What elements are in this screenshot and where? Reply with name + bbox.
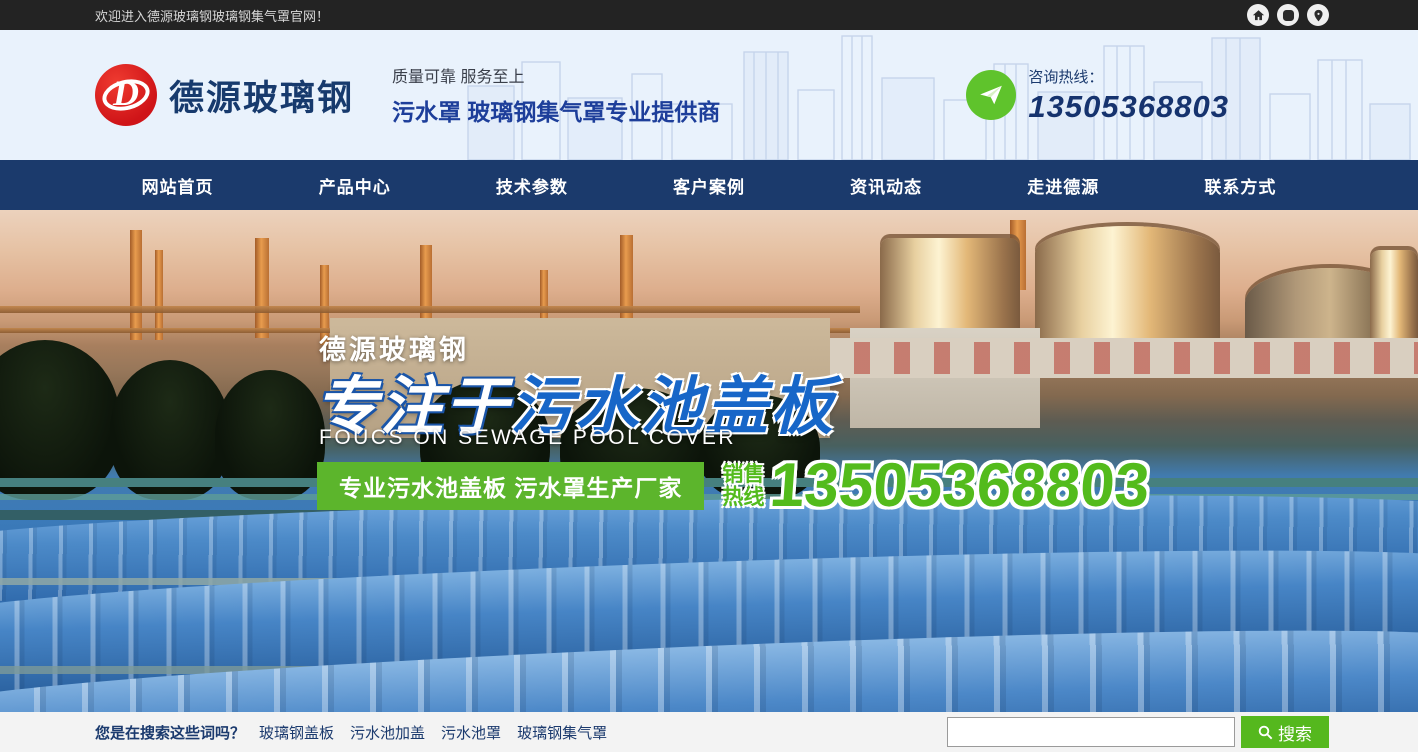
header-hotline: 咨询热线： 13505368803 bbox=[966, 66, 1329, 125]
slogan-small: 质量可靠 服务至上 bbox=[392, 63, 720, 87]
hero-banner: 德源玻璃钢 专注于污水池盖板 FOUCS ON SEWAGE POOL COVE… bbox=[0, 210, 1418, 712]
search-input[interactable] bbox=[947, 717, 1235, 747]
nav-item-specs[interactable]: 技术参数 bbox=[443, 160, 620, 210]
nav-item-products[interactable]: 产品中心 bbox=[266, 160, 443, 210]
search-bar-section: 您是在搜索这些词吗？ 玻璃钢盖板 污水池加盖 污水池罩 玻璃钢集气罩 搜索 bbox=[0, 712, 1418, 752]
slogan-big: 污水罩 玻璃钢集气罩专业提供商 bbox=[392, 93, 720, 127]
search-button[interactable]: 搜索 bbox=[1241, 716, 1329, 748]
nav-item-news[interactable]: 资讯动态 bbox=[798, 160, 975, 210]
welcome-text: 欢迎进入德源玻璃钢玻璃钢集气罩官网！ bbox=[89, 6, 329, 25]
nav-item-cases[interactable]: 客户案例 bbox=[620, 160, 797, 210]
search-button-label: 搜索 bbox=[1278, 720, 1312, 745]
logo[interactable]: D 德源玻璃钢 bbox=[89, 64, 354, 126]
logo-text: 德源玻璃钢 bbox=[169, 70, 354, 121]
search-prompt: 您是在搜索这些词吗？ bbox=[89, 722, 245, 743]
sales-hotline-label: 销售 热线 bbox=[722, 463, 764, 509]
hotline-number: 13505368803 bbox=[1028, 89, 1229, 125]
hero-subtitle-en: FOUCS ON SEWAGE POOL COVER bbox=[319, 426, 736, 450]
main-nav: 网站首页 产品中心 技术参数 客户案例 资讯动态 走进德源 联系方式 bbox=[0, 160, 1418, 210]
instagram-icon[interactable] bbox=[1277, 4, 1299, 26]
keyword-link-3[interactable]: 污水池罩 bbox=[441, 722, 501, 743]
nav-item-contact[interactable]: 联系方式 bbox=[1152, 160, 1329, 210]
keyword-link-2[interactable]: 污水池加盖 bbox=[350, 722, 425, 743]
logo-icon: D bbox=[95, 64, 157, 126]
nav-item-home[interactable]: 网站首页 bbox=[89, 160, 266, 210]
keyword-link-4[interactable]: 玻璃钢集气罩 bbox=[517, 722, 607, 743]
header-slogan: 质量可靠 服务至上 污水罩 玻璃钢集气罩专业提供商 bbox=[392, 63, 720, 127]
home-icon[interactable] bbox=[1247, 4, 1269, 26]
search-icon bbox=[1258, 725, 1273, 740]
header: D 德源玻璃钢 质量可靠 服务至上 污水罩 玻璃钢集气罩专业提供商 咨询热线： … bbox=[0, 30, 1418, 160]
topbar: 欢迎进入德源玻璃钢玻璃钢集气罩官网！ bbox=[0, 0, 1418, 30]
nav-item-about[interactable]: 走进德源 bbox=[975, 160, 1152, 210]
hero-tagline-button[interactable]: 专业污水池盖板 污水罩生产厂家 bbox=[317, 462, 704, 510]
hotline-label: 咨询热线： bbox=[1028, 66, 1229, 87]
social-links bbox=[1247, 4, 1329, 26]
location-icon[interactable] bbox=[1307, 4, 1329, 26]
hot-keywords: 玻璃钢盖板 污水池加盖 污水池罩 玻璃钢集气罩 bbox=[259, 722, 607, 743]
keyword-link-1[interactable]: 玻璃钢盖板 bbox=[259, 722, 334, 743]
paper-plane-icon bbox=[966, 70, 1016, 120]
sales-hotline-number: 13505368803 bbox=[768, 450, 1152, 521]
